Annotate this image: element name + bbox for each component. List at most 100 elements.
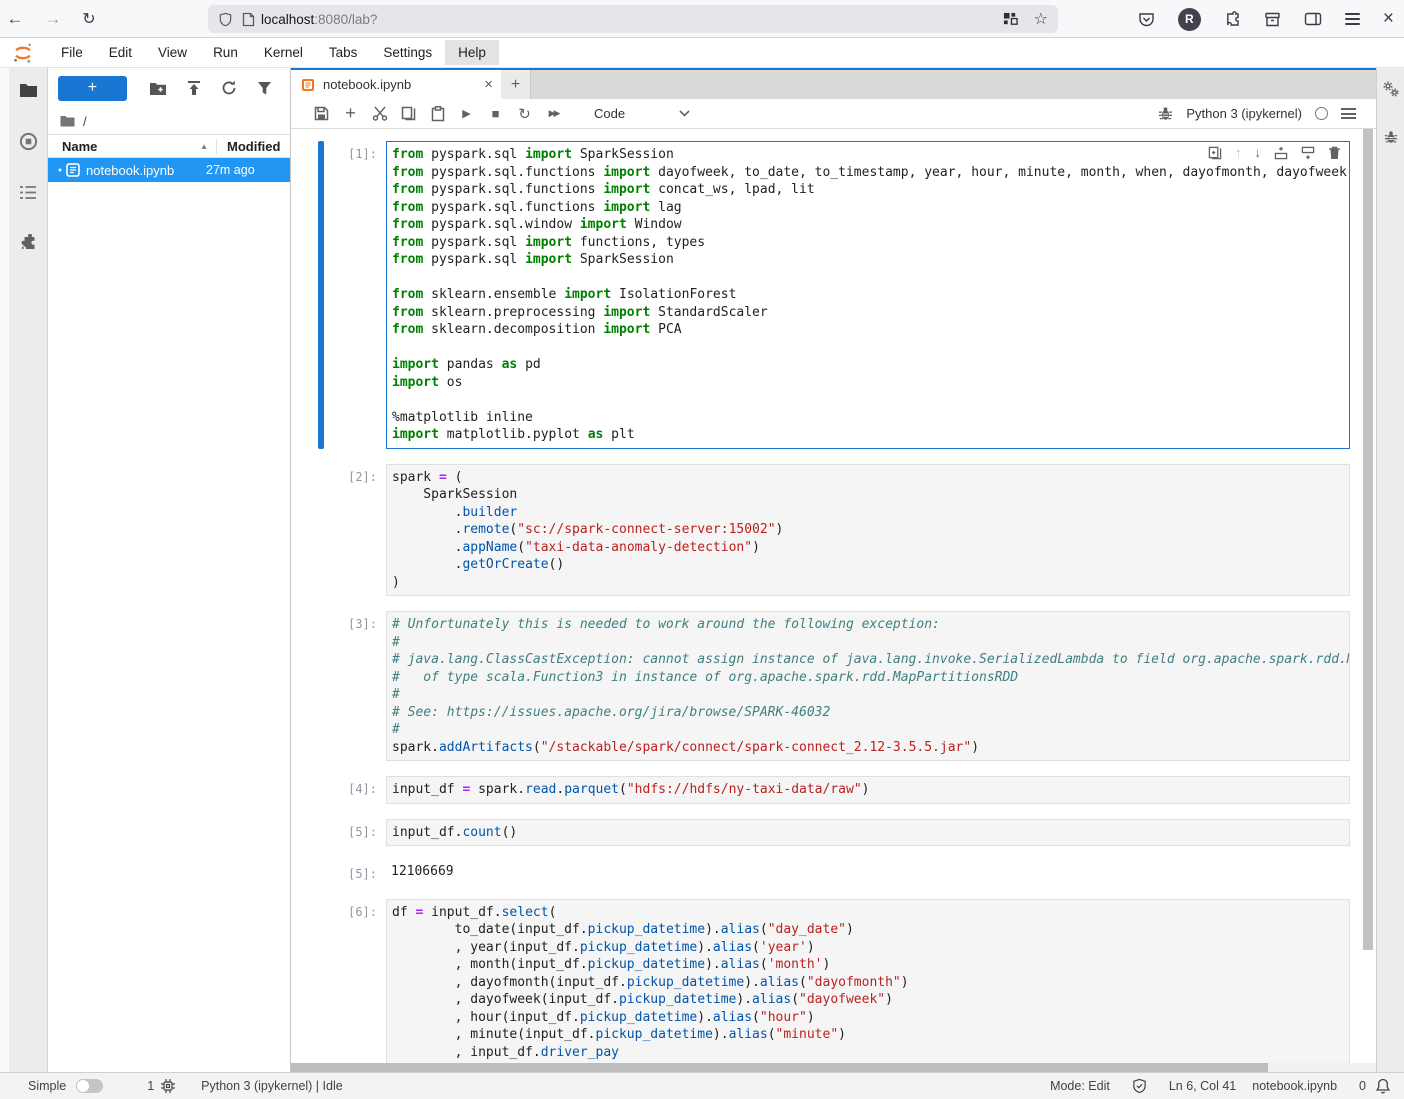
running-kernel-dot: ● [54,167,66,174]
refresh-icon[interactable] [211,80,246,96]
grid-windows-icon[interactable] [1003,12,1018,27]
browser-menu-icon[interactable] [1345,10,1360,27]
archive-icon[interactable] [1264,11,1281,28]
notebook-cell[interactable]: [5]: ↑ ↓ input_df.count() [318,819,1350,847]
bookmark-star-icon[interactable]: ☆ [1034,9,1048,29]
restart-run-all-icon[interactable]: ▶▶ [539,108,568,119]
property-inspector-icon[interactable] [1383,81,1399,97]
simple-mode-toggle[interactable] [76,1079,103,1093]
cell-code[interactable]: input_df = spark.read.parquet("hdfs://hd… [392,781,1344,799]
interrupt-kernel-icon[interactable]: ■ [481,106,510,121]
cell-editor[interactable]: ↑ ↓ spark = ( SparkSession .builder .rem… [386,464,1350,597]
notebook-menu-icon[interactable] [1341,105,1356,121]
cell-type-select[interactable]: Code [594,106,690,121]
cell-editor[interactable]: ↑ ↓ df = input_df.select( to_date(input_… [386,899,1350,1067]
save-icon[interactable] [307,106,336,121]
window-close-icon[interactable]: × [1383,8,1394,30]
tab-notebook[interactable]: notebook.ipynb × [291,70,501,99]
move-cell-down-icon[interactable]: ↓ [1255,145,1262,160]
copy-cells-icon[interactable] [394,106,423,121]
cell-editor[interactable]: ↑ ↓ input_df = spark.read.parquet("hdfs:… [386,776,1350,804]
activity-bar [0,68,48,1072]
cell-code[interactable]: 12106669 [391,863,1345,881]
cell-code[interactable]: df = input_df.select( to_date(input_df.p… [392,904,1344,1062]
cell-editor[interactable]: ↑ ↓ input_df.count() [386,819,1350,847]
browser-reload-icon[interactable]: ↻ [74,9,104,29]
menu-help[interactable]: Help [445,40,499,65]
add-cell-icon[interactable]: + [336,103,365,124]
kernel-status-icon[interactable] [1315,107,1328,120]
table-of-contents-icon[interactable] [19,185,37,200]
extensions-puzzle-icon[interactable] [1224,11,1241,28]
kernel-status-text[interactable]: Python 3 (ipykernel) | Idle [201,1079,343,1093]
notebook-cell[interactable]: [6]: ↑ ↓ df = input_df.select( to_da [318,899,1350,1067]
extension-manager-icon[interactable] [19,234,37,252]
cell-code[interactable]: # Unfortunately this is needed to work a… [392,616,1344,756]
column-modified[interactable]: Modified [216,139,290,154]
shield-icon[interactable] [218,12,233,27]
restart-kernel-icon[interactable]: ↻ [510,105,539,123]
file-row[interactable]: ● notebook.ipynb 27m ago [48,158,290,182]
url-bar[interactable]: localhost:8080/lab? ☆ [208,5,1058,33]
home-folder-icon[interactable] [60,115,75,127]
sidebar-toggle-icon[interactable] [1304,11,1322,27]
duplicate-cell-icon[interactable] [1208,146,1222,160]
notebook-cell[interactable]: [2]: ↑ ↓ spark = ( SparkSession . [318,464,1350,597]
cell-code[interactable]: input_df.count() [392,824,1344,842]
move-cell-up-icon[interactable]: ↑ [1235,145,1242,160]
cell-editor[interactable]: ↑ ↓ from pyspark.sql import SparkSession… [386,141,1350,449]
kernel-count[interactable]: 1 [147,1079,154,1093]
browser-forward-icon[interactable]: → [38,9,68,29]
browser-toolbar: ← → ↻ localhost:8080/lab? ☆ R × [0,0,1404,38]
new-folder-icon[interactable] [141,81,176,96]
horizontal-scrollbar[interactable] [291,1063,1376,1072]
upload-icon[interactable] [176,80,211,96]
menu-run[interactable]: Run [200,40,251,65]
bell-icon[interactable] [1376,1078,1390,1094]
breadcrumb[interactable]: / [48,108,290,134]
running-sessions-icon[interactable] [19,132,38,151]
new-tab-button[interactable]: + [501,70,531,99]
delete-cell-icon[interactable] [1328,146,1341,160]
menu-kernel[interactable]: Kernel [251,40,316,65]
filter-icon[interactable] [247,81,282,96]
trust-shield-icon[interactable] [1132,1078,1147,1094]
insert-cell-above-icon[interactable] [1274,146,1288,160]
cell-editor[interactable]: ↑ ↓ # Unfortunately this is needed to wo… [386,611,1350,761]
debugger-sidebar-icon[interactable] [1384,130,1398,144]
notebook-scroll-area[interactable]: [1]: ↑ ↓ from pyspark.sql import SparkSe… [291,129,1376,1072]
profile-avatar[interactable]: R [1178,8,1201,31]
vertical-scrollbar[interactable] [1363,129,1373,1062]
simple-mode-label: Simple [28,1079,66,1093]
file-browser-toolbar: + [48,68,290,108]
cursor-position[interactable]: Ln 6, Col 41 [1169,1079,1236,1093]
status-bar: Simple 1 Python 3 (ipykernel) | Idle Mod… [0,1072,1404,1099]
tab-close-icon[interactable]: × [484,76,493,93]
menu-settings[interactable]: Settings [370,40,445,65]
file-browser-tab-icon[interactable] [19,82,38,98]
browser-back-icon[interactable]: ← [0,9,30,29]
menu-file[interactable]: File [48,40,96,65]
menu-view[interactable]: View [145,40,200,65]
notebook-cell[interactable]: [1]: ↑ ↓ from pyspark.sql import SparkSe… [318,141,1350,449]
notebook-cell[interactable]: [5]: ↑ ↓ 12106669 [318,861,1350,884]
notification-count[interactable]: 0 [1359,1079,1366,1093]
new-launcher-button[interactable]: + [58,76,127,101]
run-cell-icon[interactable]: ▶ [452,107,481,120]
cell-code[interactable]: from pyspark.sql import SparkSessionfrom… [392,146,1344,444]
mode-indicator[interactable]: Mode: Edit [1050,1079,1110,1093]
menu-edit[interactable]: Edit [96,40,145,65]
menu-tabs[interactable]: Tabs [316,40,371,65]
cell-code[interactable]: spark = ( SparkSession .builder .remote(… [392,469,1344,592]
cut-cells-icon[interactable] [365,106,394,121]
notebook-cell[interactable]: [4]: ↑ ↓ input_df = spark.read.parquet("… [318,776,1350,804]
kernel-name[interactable]: Python 3 (ipykernel) [1186,106,1302,121]
paste-cells-icon[interactable] [423,106,452,122]
page-info-icon[interactable] [242,12,255,27]
pocket-icon[interactable] [1138,11,1155,28]
notebook-cell[interactable]: [3]: ↑ ↓ # Unfortunately this is needed … [318,611,1350,761]
cell-editor[interactable]: ↑ ↓ 12106669 [386,861,1350,884]
column-name[interactable]: Name ▲ [62,139,216,154]
insert-cell-below-icon[interactable] [1301,146,1315,160]
debugger-bug-icon[interactable] [1158,106,1173,121]
